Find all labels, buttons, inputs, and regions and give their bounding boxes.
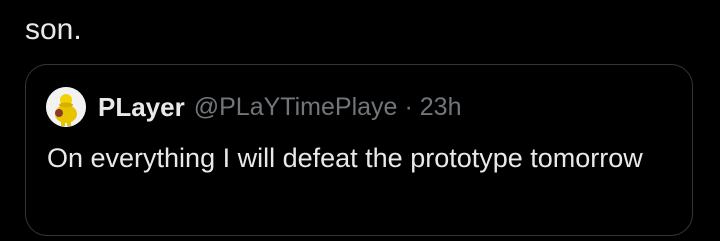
yellow-figure-avatar-icon bbox=[46, 87, 86, 127]
avatar[interactable] bbox=[46, 87, 86, 127]
post-text-tail: son. bbox=[25, 13, 82, 46]
separator-dot: · bbox=[404, 92, 413, 121]
display-name[interactable]: PLayer bbox=[98, 92, 185, 123]
user-handle[interactable]: @PLaYTimePlaye bbox=[194, 93, 398, 122]
quoted-post-text: On everything I will defeat the prototyp… bbox=[47, 143, 643, 173]
quoted-post-header: PLayer @PLaYTimePlaye · 23h bbox=[46, 87, 461, 127]
quoted-post-card[interactable]: PLayer @PLaYTimePlaye · 23h On everythin… bbox=[25, 64, 693, 236]
timestamp[interactable]: 23h bbox=[420, 93, 462, 122]
